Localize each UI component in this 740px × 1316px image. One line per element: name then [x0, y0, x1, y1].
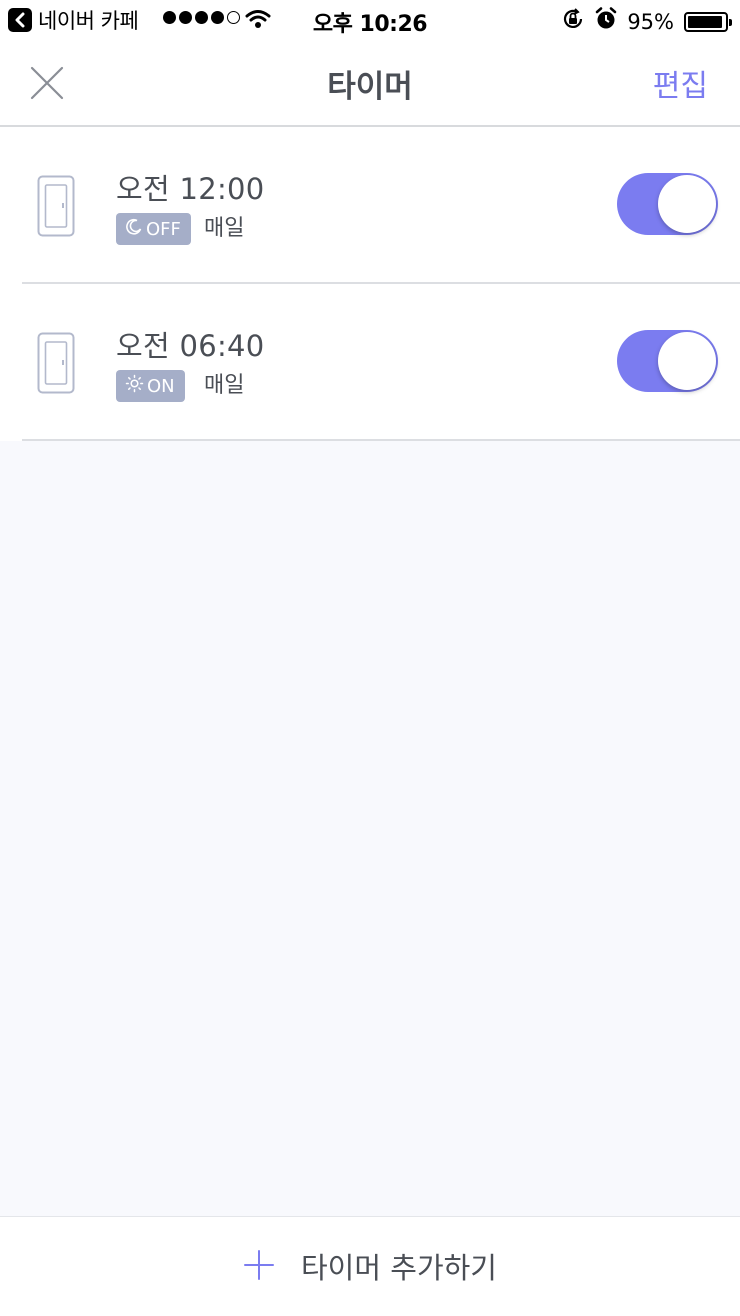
battery-percent: 95%	[627, 10, 674, 34]
edit-button[interactable]: 편집	[653, 61, 708, 105]
timer-repeat: 매일	[204, 373, 245, 398]
add-timer-button[interactable]: 타이머 추가하기	[0, 1216, 740, 1316]
nav-bar: 타이머 편집	[0, 40, 740, 127]
page-title: 타이머	[327, 69, 413, 105]
sun-icon	[125, 374, 144, 398]
timer-item[interactable]: 오전 06:40 ON 매일	[0, 284, 740, 441]
divider	[22, 439, 740, 441]
battery-icon	[684, 12, 732, 32]
timer-time: 오전 12:00	[116, 172, 265, 206]
status-bar: 네이버 카페 오후 10:26 95%	[0, 0, 740, 40]
door-switch-icon	[37, 175, 75, 241]
timer-action-badge: OFF	[116, 213, 191, 245]
plus-icon	[243, 1249, 275, 1285]
timer-action-label: OFF	[146, 218, 181, 240]
orientation-lock-icon	[561, 7, 585, 37]
door-switch-icon	[37, 332, 75, 398]
timer-action-label: ON	[147, 375, 175, 397]
toggle-knob	[658, 332, 716, 390]
timer-item[interactable]: 오전 12:00 OFF 매일	[0, 127, 740, 284]
toggle-knob	[658, 175, 716, 233]
timer-list: 오전 12:00 OFF 매일 오전 06:40 ON 매일	[0, 127, 740, 441]
moon-icon	[125, 218, 143, 241]
timer-toggle[interactable]	[617, 330, 718, 392]
alarm-clock-icon	[595, 7, 617, 37]
add-timer-label: 타이머 추가하기	[301, 1250, 497, 1285]
timer-time: 오전 06:40	[116, 329, 265, 363]
timer-toggle[interactable]	[617, 173, 718, 235]
timer-repeat: 매일	[204, 216, 245, 241]
timer-action-badge: ON	[116, 370, 185, 402]
